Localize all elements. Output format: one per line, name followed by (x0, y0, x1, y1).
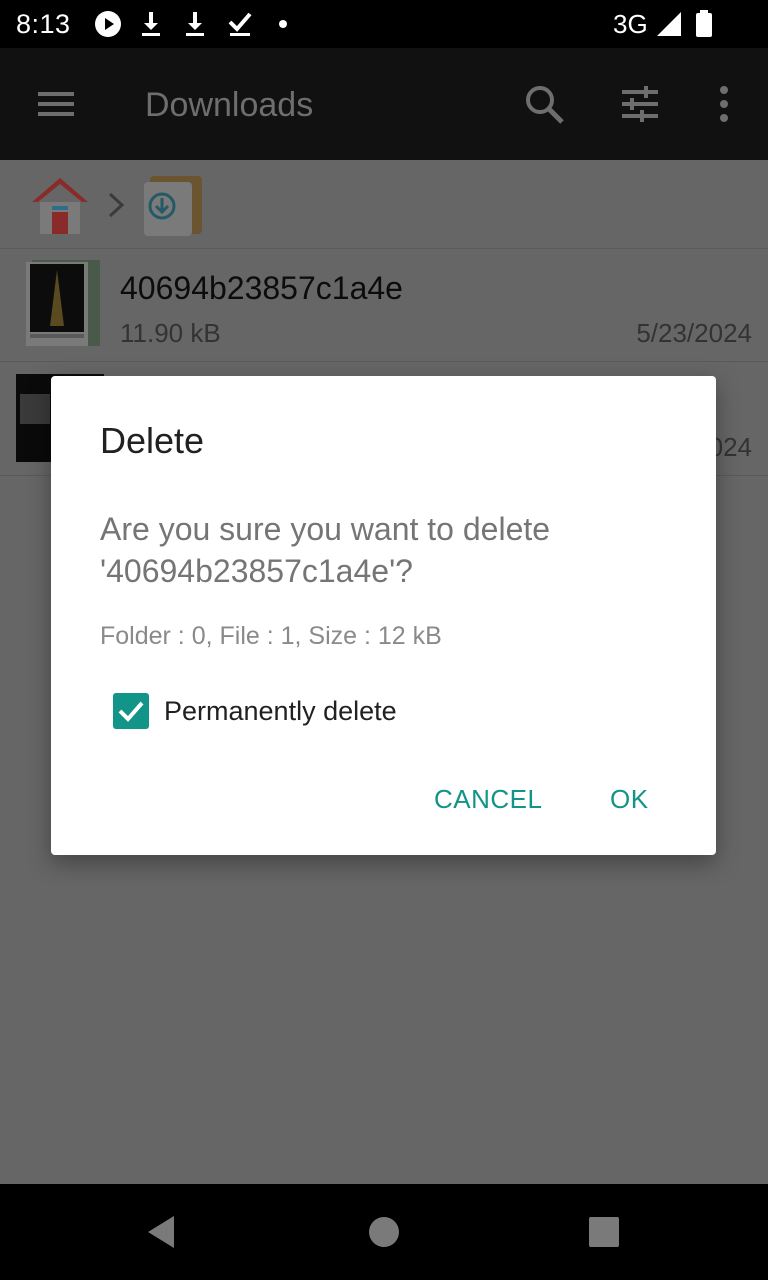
file-date: 5/23/2024 (636, 318, 752, 348)
downloads-folder-icon[interactable] (140, 172, 206, 238)
dialog-title: Delete (100, 420, 205, 461)
app-toolbar: Downloads (0, 48, 768, 160)
home-circle-icon[interactable] (366, 1214, 402, 1250)
status-bar: 8:13 3G (0, 0, 768, 48)
back-icon[interactable] (144, 1214, 180, 1250)
menu-icon[interactable] (32, 80, 80, 128)
home-icon[interactable] (28, 172, 92, 236)
filter-icon[interactable] (616, 80, 664, 128)
file-name: 40694b23857c1a4e (120, 270, 403, 306)
dialog-message: Are you sure you want to delete '40694b2… (100, 511, 551, 589)
network-type: 3G (613, 9, 648, 39)
dot-icon (279, 20, 287, 28)
done-icon (228, 12, 252, 36)
file-size: 11.90 kB (120, 318, 221, 348)
permanently-delete-label[interactable]: Permanently delete (164, 696, 397, 727)
recents-icon[interactable] (588, 1216, 620, 1248)
list-item[interactable]: 40694b23857c1a4e 11.90 kB 5/23/2024 (0, 248, 768, 362)
cancel-button[interactable]: CANCEL (434, 784, 542, 815)
ok-button[interactable]: OK (610, 784, 649, 815)
chevron-right-icon (108, 192, 125, 218)
download-icon (142, 12, 160, 36)
signal-icon (657, 12, 681, 36)
delete-dialog: Delete Are you sure you want to delete '… (51, 376, 716, 855)
status-time: 8:13 (16, 9, 71, 39)
permanently-delete-checkbox[interactable] (113, 693, 149, 729)
download-icon (186, 12, 204, 36)
dialog-info: Folder : 0, File : 1, Size : 12 kB (100, 622, 442, 650)
more-vert-icon[interactable] (700, 80, 748, 128)
check-icon (118, 701, 144, 722)
breadcrumb (0, 160, 768, 249)
page-title: Downloads (145, 86, 314, 124)
search-icon[interactable] (520, 80, 568, 128)
file-thumbnail (26, 260, 100, 346)
navigation-bar (0, 1184, 768, 1280)
battery-icon (696, 10, 712, 37)
play-icon (95, 11, 121, 37)
